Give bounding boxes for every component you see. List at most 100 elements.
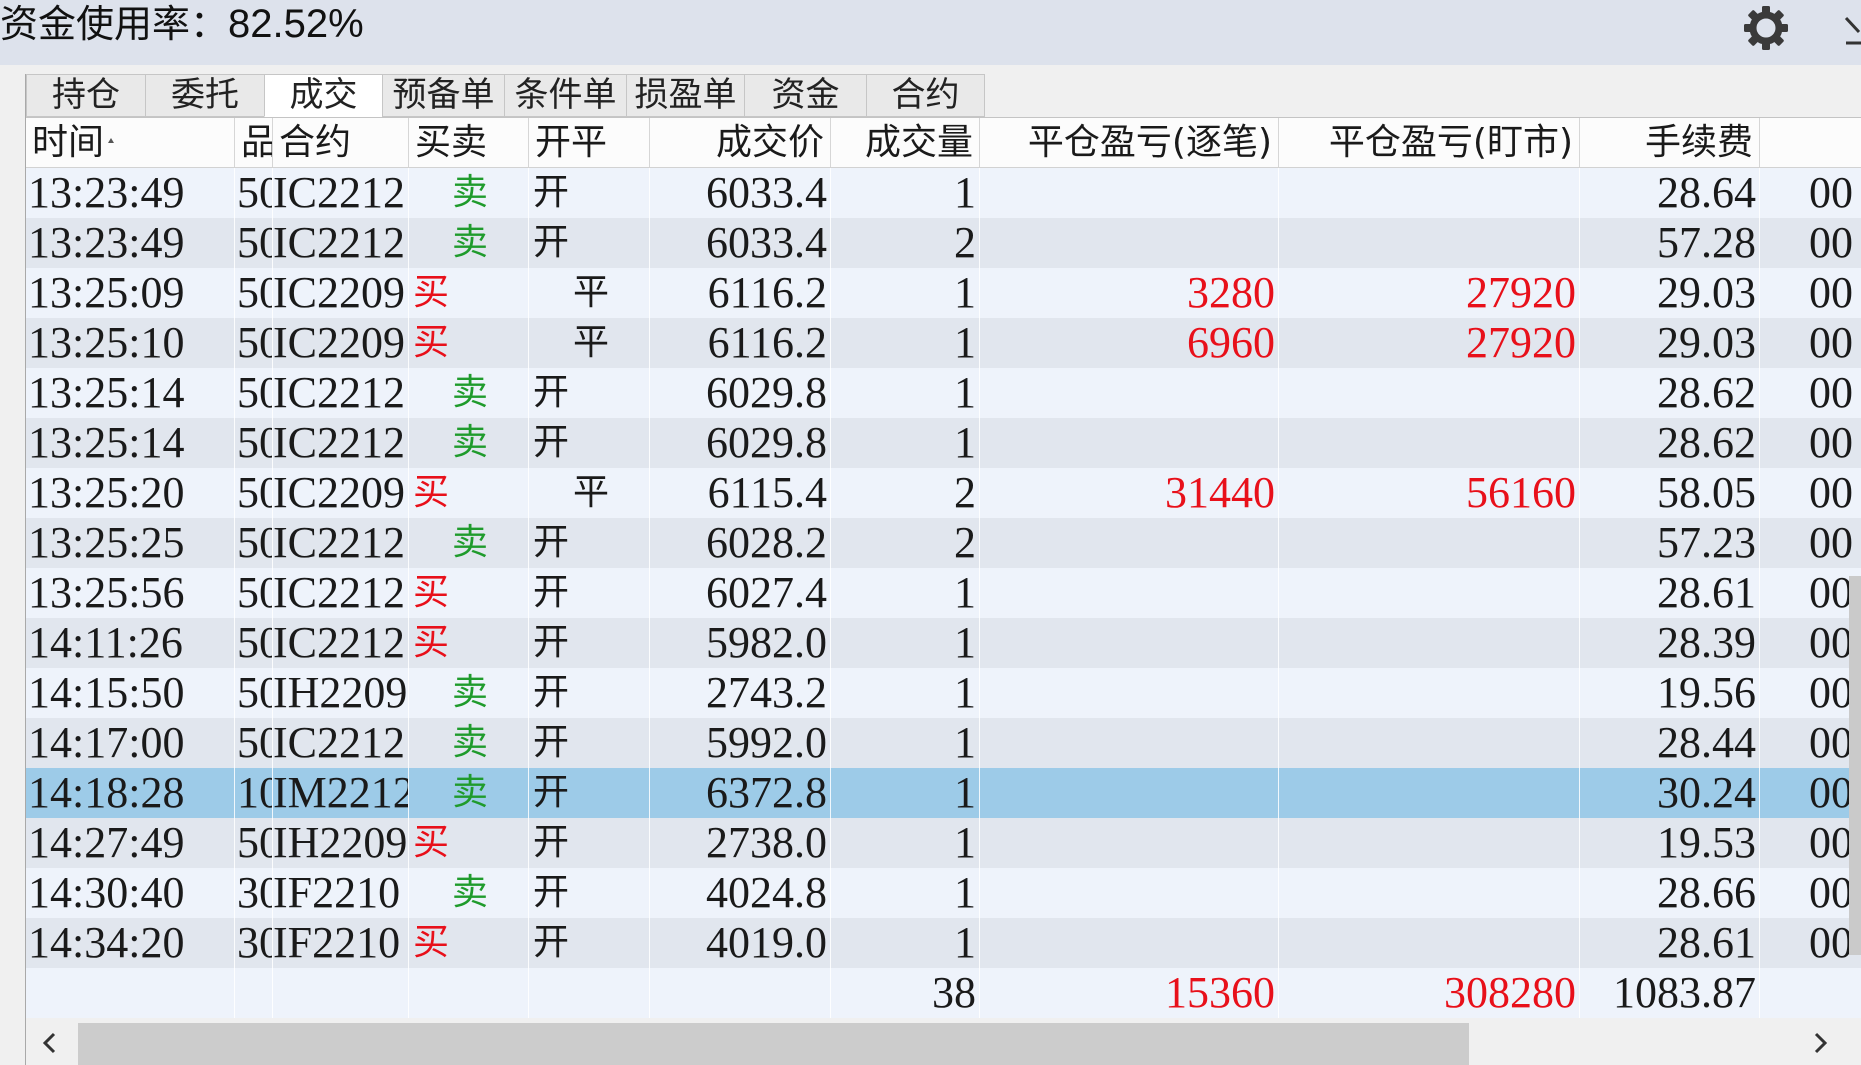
trade-cell-product[interactable]: 10 (235, 768, 273, 818)
trade-cell-fee[interactable]: 28.44 (1580, 718, 1760, 768)
trade-row[interactable]: 13:25:2550IC2212卖开6028.22 57.2300 (26, 518, 1861, 568)
trade-cell-side[interactable]: 卖 (409, 718, 529, 768)
trade-cell-product[interactable]: 50 (235, 518, 273, 568)
trade-cell-time[interactable]: 14:34:20 (26, 918, 235, 968)
trade-cell-contract[interactable]: IC2212 (273, 618, 409, 668)
trade-cell-offset[interactable]: 平 (529, 318, 650, 368)
trade-cell-fee[interactable]: 28.64 (1580, 168, 1760, 218)
trade-cell-pnl-trade[interactable] (980, 918, 1279, 968)
trade-row[interactable]: 13:25:5650IC2212买开6027.41 28.6100 (26, 568, 1861, 618)
trade-cell-side[interactable]: 买 (409, 618, 529, 668)
trade-cell-pnl-trade[interactable]: 6960 (980, 318, 1279, 368)
trade-row[interactable]: 14:18:2810IM2212卖开6372.81 30.2400 (26, 768, 1861, 818)
trade-cell-product[interactable]: 30 (235, 918, 273, 968)
trade-cell-contract[interactable]: IF2210 (273, 868, 409, 918)
trade-cell-offset[interactable]: 开 (529, 168, 650, 218)
trade-cell-price[interactable]: 4019.0 (650, 918, 831, 968)
trade-row[interactable]: 14:30:4030IF2210卖开4024.81 28.6600 (26, 868, 1861, 918)
trade-cell-pnl-mark[interactable] (1279, 868, 1580, 918)
trade-cell-offset[interactable]: 开 (529, 718, 650, 768)
vertical-scrollbar-thumb[interactable] (1849, 576, 1861, 955)
trade-cell-pnl-mark[interactable] (1279, 518, 1580, 568)
trade-cell-fee[interactable]: 29.03 (1580, 268, 1760, 318)
trade-cell-price[interactable]: 6116.2 (650, 268, 831, 318)
trade-cell-offset[interactable]: 开 (529, 918, 650, 968)
column-header-side[interactable]: 买卖 (409, 118, 529, 167)
trade-cell-product[interactable]: 50 (235, 168, 273, 218)
trade-cell-contract[interactable]: IC2212 (273, 218, 409, 268)
trade-cell-contract[interactable]: IH2209 (273, 818, 409, 868)
trade-cell-contract[interactable]: IC2209 (273, 268, 409, 318)
trade-row[interactable]: 14:34:2030IF2210买开4019.01 28.6100 (26, 918, 1861, 968)
column-header-pnl-trade[interactable]: 平仓盈亏(逐笔) (980, 118, 1279, 167)
trade-cell-pnl-trade[interactable] (980, 568, 1279, 618)
column-header-product[interactable]: 品 (235, 118, 273, 167)
trade-cell-product[interactable]: 50 (235, 218, 273, 268)
trade-cell-extra[interactable]: 00 (1760, 318, 1861, 368)
trade-cell-fee[interactable]: 29.03 (1580, 318, 1760, 368)
trade-cell-side[interactable]: 买 (409, 818, 529, 868)
column-header-contract[interactable]: 合约 (273, 118, 409, 167)
tab-funds[interactable]: 资金 (744, 74, 866, 117)
trade-row[interactable]: 14:11:2650IC2212买开5982.01 28.3900 (26, 618, 1861, 668)
trade-cell-fee[interactable]: 28.66 (1580, 868, 1760, 918)
tab-stop-orders[interactable]: 损盈单 (626, 74, 744, 117)
column-header-next[interactable] (1760, 118, 1861, 167)
trade-cell-time[interactable]: 14:27:49 (26, 818, 235, 868)
trade-cell-contract[interactable]: IF2210 (273, 918, 409, 968)
trade-cell-fee[interactable]: 19.53 (1580, 818, 1760, 868)
trade-cell-time[interactable]: 14:11:26 (26, 618, 235, 668)
column-header-volume[interactable]: 成交量 (831, 118, 980, 167)
trade-cell-price[interactable]: 6116.2 (650, 318, 831, 368)
trade-cell-time[interactable]: 13:25:10 (26, 318, 235, 368)
trade-cell-extra[interactable]: 00 (1760, 618, 1861, 668)
trade-cell-contract[interactable]: IC2212 (273, 518, 409, 568)
trade-cell-offset[interactable]: 平 (529, 468, 650, 518)
trade-cell-pnl-mark[interactable] (1279, 768, 1580, 818)
trade-cell-pnl-trade[interactable]: 31440 (980, 468, 1279, 518)
trade-cell-extra[interactable]: 00 (1760, 818, 1861, 868)
trade-cell-volume[interactable]: 2 (831, 518, 980, 568)
trade-cell-side[interactable]: 卖 (409, 418, 529, 468)
trade-cell-price[interactable]: 5982.0 (650, 618, 831, 668)
trade-cell-side[interactable]: 卖 (409, 218, 529, 268)
trade-cell-price[interactable]: 6027.4 (650, 568, 831, 618)
trade-cell-time[interactable]: 13:25:56 (26, 568, 235, 618)
trade-cell-pnl-mark[interactable] (1279, 368, 1580, 418)
trade-cell-offset[interactable]: 开 (529, 668, 650, 718)
trade-cell-side[interactable]: 买 (409, 568, 529, 618)
trade-cell-offset[interactable]: 开 (529, 518, 650, 568)
trade-cell-price[interactable]: 2738.0 (650, 818, 831, 868)
trade-cell-side[interactable]: 买 (409, 918, 529, 968)
trade-cell-time[interactable]: 13:25:09 (26, 268, 235, 318)
trade-cell-pnl-trade[interactable] (980, 368, 1279, 418)
trade-cell-volume[interactable]: 1 (831, 918, 980, 968)
trade-cell-pnl-mark[interactable] (1279, 618, 1580, 668)
trade-cell-fee[interactable]: 58.05 (1580, 468, 1760, 518)
trade-row[interactable]: 13:25:0950IC2209买平6116.2132802792029.030… (26, 268, 1861, 318)
trade-row[interactable]: 13:25:1450IC2212卖开6029.81 28.6200 (26, 368, 1861, 418)
trade-cell-side[interactable]: 卖 (409, 368, 529, 418)
trade-cell-time[interactable]: 14:18:28 (26, 768, 235, 818)
trade-cell-price[interactable]: 6029.8 (650, 418, 831, 468)
trade-cell-fee[interactable]: 28.61 (1580, 568, 1760, 618)
trade-cell-extra[interactable]: 00 (1760, 218, 1861, 268)
trade-row[interactable]: 13:25:1050IC2209买平6116.2169602792029.030… (26, 318, 1861, 368)
trade-cell-extra[interactable]: 00 (1760, 468, 1861, 518)
trade-cell-side[interactable]: 买 (409, 268, 529, 318)
trade-cell-volume[interactable]: 1 (831, 868, 980, 918)
trade-cell-contract[interactable]: IM2212 (273, 768, 409, 818)
trade-cell-product[interactable]: 50 (235, 318, 273, 368)
trade-cell-side[interactable]: 卖 (409, 168, 529, 218)
trade-row[interactable]: 14:17:0050IC2212卖开5992.01 28.4400 (26, 718, 1861, 768)
trade-cell-offset[interactable]: 开 (529, 768, 650, 818)
trade-cell-extra[interactable]: 00 (1760, 418, 1861, 468)
trade-cell-volume[interactable]: 1 (831, 818, 980, 868)
trade-cell-pnl-trade[interactable] (980, 168, 1279, 218)
trade-cell-pnl-trade[interactable] (980, 818, 1279, 868)
trade-cell-fee[interactable]: 30.24 (1580, 768, 1760, 818)
trade-row[interactable]: 13:23:4950IC2212卖开6033.42 57.2800 (26, 218, 1861, 268)
column-header-time[interactable]: 时间 (26, 118, 235, 167)
trade-cell-pnl-trade[interactable] (980, 518, 1279, 568)
trade-cell-pnl-mark[interactable]: 27920 (1279, 318, 1580, 368)
